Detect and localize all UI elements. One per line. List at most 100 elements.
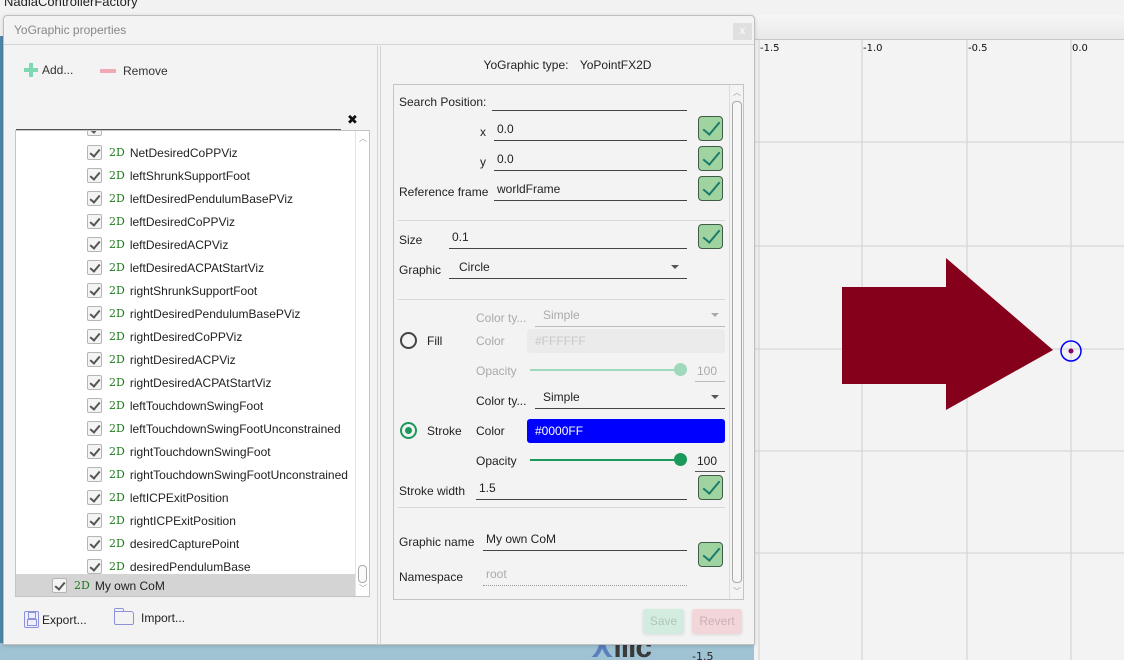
fill-color-type-select[interactable]: Simple (535, 303, 725, 327)
scroll-down-icon[interactable]: ﹀ (733, 586, 741, 597)
y-input[interactable] (494, 147, 687, 171)
checkbox[interactable] (87, 191, 102, 206)
stroke-color-picker[interactable]: #0000FF (527, 419, 725, 443)
tree-row[interactable]: 2D leftICPExitPosition (87, 486, 229, 509)
checkbox[interactable] (87, 559, 102, 574)
2d-badge-icon: 2D (109, 376, 125, 389)
export-button[interactable]: Export... (24, 611, 87, 628)
size-label: Size (399, 233, 423, 247)
stroke-width-input[interactable] (476, 476, 687, 500)
checkbox[interactable] (87, 329, 102, 344)
plot-canvas[interactable]: -1.5 -1.0 -0.5 0.0 (754, 40, 1124, 660)
checkbox[interactable] (87, 444, 102, 459)
checkbox[interactable] (87, 260, 102, 275)
tree-row[interactable]: 2D leftDesiredPendulumBasePViz (87, 187, 293, 210)
fill-opacity-slider-track[interactable] (530, 369, 680, 371)
save-disk-icon (24, 611, 39, 628)
stroke-opacity-slider-track[interactable] (530, 459, 680, 461)
tree-row[interactable]: 2D desiredCapturePoint (87, 532, 239, 555)
tree-scrollbar[interactable]: ︿ ﹀ (355, 131, 369, 596)
tree-row[interactable]: 2D rightDesiredACPAtStartViz (87, 371, 271, 394)
stroke-opacity-slider-thumb[interactable] (674, 453, 687, 466)
properties-scrollbar[interactable]: ︿ ﹀ (729, 85, 743, 599)
reference-frame-confirm-button[interactable] (698, 176, 723, 201)
checkbox[interactable] (87, 237, 102, 252)
import-button[interactable]: Import... (114, 608, 185, 625)
stroke-width-confirm-button[interactable] (698, 475, 723, 500)
tree-row[interactable]: 2D leftShrunkSupportFoot (87, 164, 250, 187)
checkbox[interactable] (87, 536, 102, 551)
stroke-radio[interactable] (400, 422, 417, 439)
fill-opacity-underline (695, 381, 725, 382)
tree-row-selected[interactable]: 2D My own CoM (16, 574, 356, 596)
scroll-thumb[interactable] (732, 101, 742, 583)
2d-badge-icon: 2D (109, 491, 125, 504)
checkbox[interactable] (87, 375, 102, 390)
reference-frame-input[interactable] (494, 177, 687, 201)
type-value: YoPointFX2D (579, 58, 652, 72)
add-button[interactable]: Add... (24, 63, 73, 77)
dialog-titlebar[interactable]: YoGraphic properties x (4, 16, 754, 45)
checkbox[interactable] (87, 398, 102, 413)
checkbox[interactable] (87, 131, 102, 136)
2d-badge-icon: 2D (74, 579, 90, 592)
checkbox[interactable] (52, 578, 67, 593)
x-confirm-button[interactable] (698, 116, 723, 141)
search-input[interactable] (16, 108, 341, 130)
tree-row[interactable]: 2D leftDesiredCoPPViz (87, 210, 235, 233)
save-button[interactable]: Save (643, 609, 684, 634)
add-label: Add... (42, 63, 74, 77)
checkbox[interactable] (87, 214, 102, 229)
row-label: rightDesiredACPAtStartViz (129, 375, 272, 390)
x-input[interactable] (494, 117, 687, 141)
row-label: rightICPExitPosition (129, 513, 236, 528)
minus-icon (100, 69, 116, 73)
tree-row[interactable]: 2D rightShrunkSupportFoot (87, 279, 257, 302)
scroll-down-icon[interactable]: ﹀ (359, 583, 367, 594)
close-button[interactable]: x (733, 23, 752, 40)
size-confirm-button[interactable] (698, 224, 723, 249)
stroke-color-type-select[interactable]: Simple (535, 385, 725, 409)
tree-row[interactable]: 2D rightDesiredACPViz (87, 348, 236, 371)
tree-row[interactable]: 2D rightDesiredCoPPViz (87, 325, 242, 348)
tree-row[interactable]: 2D rightTouchdownSwingFootUnconstrained (87, 463, 348, 486)
tree-row-partial[interactable] (87, 131, 109, 140)
checkbox[interactable] (87, 306, 102, 321)
tree-row[interactable]: 2D leftTouchdownSwingFootUnconstrained (87, 417, 341, 440)
checkbox[interactable] (87, 513, 102, 528)
checkbox[interactable] (87, 467, 102, 482)
tree-row[interactable]: 2D leftDesiredACPViz (87, 233, 228, 256)
graphic-name-confirm-button[interactable] (698, 542, 723, 567)
search-position-input[interactable] (492, 87, 687, 111)
tree-row[interactable]: 2D leftTouchdownSwingFoot (87, 394, 263, 417)
checkbox[interactable] (87, 352, 102, 367)
remove-button[interactable]: Remove (100, 64, 168, 78)
fill-color-picker[interactable]: #FFFFFF (527, 329, 725, 353)
scroll-up-icon[interactable]: ︿ (359, 133, 367, 144)
size-input[interactable] (449, 225, 687, 249)
2d-badge-icon: 2D (109, 445, 125, 458)
graphic-name-input[interactable] (483, 527, 687, 551)
tree-row[interactable]: 2D rightTouchdownSwingFoot (87, 440, 271, 463)
fill-opacity-slider-thumb[interactable] (674, 363, 687, 376)
checkbox[interactable] (87, 421, 102, 436)
checkbox[interactable] (87, 490, 102, 505)
2d-badge-icon: 2D (109, 560, 125, 573)
revert-button[interactable]: Revert (692, 609, 742, 634)
tree-row[interactable]: 2D leftDesiredACPAtStartViz (87, 256, 264, 279)
y-confirm-button[interactable] (698, 146, 723, 171)
scroll-up-icon[interactable]: ︿ (733, 87, 741, 98)
tree-row[interactable]: 2D rightICPExitPosition (87, 509, 236, 532)
tree-row[interactable]: 2D NetDesiredCoPPViz (87, 141, 238, 164)
tree-row[interactable]: 2D rightDesiredPendulumBasePViz (87, 302, 300, 325)
stroke-color-type-value: Simple (543, 390, 580, 404)
yographic-properties-pane: YoGraphic type: YoPointFX2D Search Posit… (380, 46, 754, 645)
checkbox[interactable] (87, 145, 102, 160)
scroll-thumb[interactable] (358, 565, 367, 583)
checkbox[interactable] (87, 168, 102, 183)
2d-badge-icon: 2D (109, 146, 125, 159)
checkbox[interactable] (87, 283, 102, 298)
graphic-select[interactable]: Circle (449, 255, 687, 279)
clear-search-icon[interactable]: ✖ (347, 112, 358, 128)
fill-radio[interactable] (400, 332, 417, 349)
